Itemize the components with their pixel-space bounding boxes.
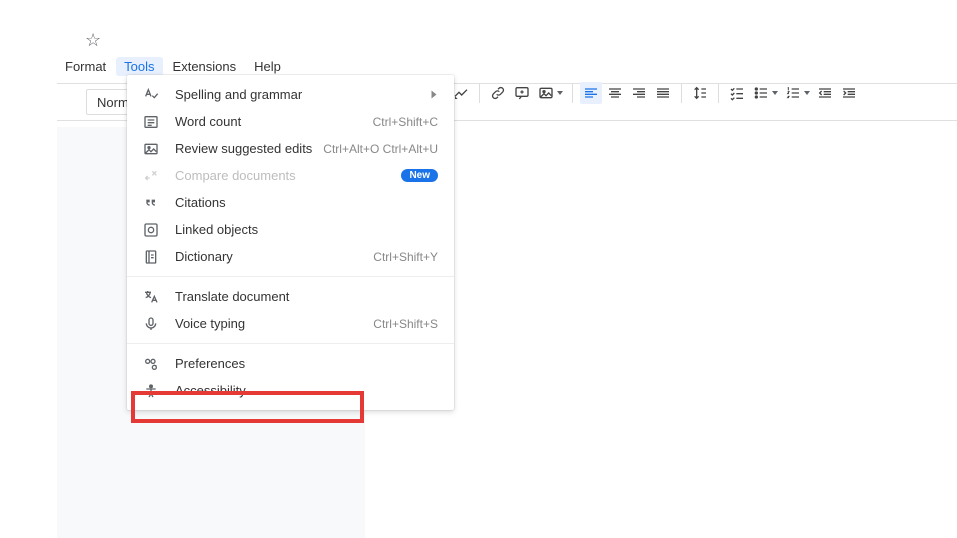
checklist-button[interactable] xyxy=(726,82,748,104)
menu-item-compare-documents: Compare documents New xyxy=(127,162,454,189)
menu-item-label: Dictionary xyxy=(175,249,373,264)
translate-icon xyxy=(141,287,161,307)
menu-item-label: Compare documents xyxy=(175,168,401,183)
microphone-icon xyxy=(141,314,161,334)
star-icon[interactable]: ☆ xyxy=(85,30,957,51)
menu-item-label: Accessibility xyxy=(175,383,438,398)
dictionary-icon xyxy=(141,247,161,267)
add-comment-button[interactable] xyxy=(511,82,533,104)
menu-item-translate-document[interactable]: Translate document xyxy=(127,283,454,310)
bulleted-list-button[interactable] xyxy=(750,82,772,104)
menu-item-shortcut: Ctrl+Shift+S xyxy=(373,317,438,331)
increase-indent-button[interactable] xyxy=(838,82,860,104)
right-toolbar xyxy=(430,75,860,111)
submenu-arrow-icon xyxy=(432,91,437,99)
linked-objects-icon xyxy=(141,220,161,240)
menu-item-label: Translate document xyxy=(175,289,438,304)
menu-item-word-count[interactable]: Word count Ctrl+Shift+C xyxy=(127,108,454,135)
toolbar-separator xyxy=(572,83,573,103)
menu-item-label: Linked objects xyxy=(175,222,438,237)
menu-item-label: Review suggested edits xyxy=(175,141,323,156)
align-justify-button[interactable] xyxy=(652,82,674,104)
menu-item-voice-typing[interactable]: Voice typing Ctrl+Shift+S xyxy=(127,310,454,337)
insert-image-button[interactable] xyxy=(535,82,557,104)
spellcheck-icon xyxy=(141,85,161,105)
numbered-list-button[interactable] xyxy=(782,82,804,104)
menu-bar: Format Tools Extensions Help xyxy=(57,55,957,77)
align-center-button[interactable] xyxy=(604,82,626,104)
tools-menu-dropdown: Spelling and grammar Word count Ctrl+Shi… xyxy=(127,75,454,410)
line-spacing-button[interactable] xyxy=(689,82,711,104)
menu-item-label: Word count xyxy=(175,114,373,129)
menu-item-citations[interactable]: Citations xyxy=(127,189,454,216)
menu-help[interactable]: Help xyxy=(246,57,289,76)
citations-icon xyxy=(141,193,161,213)
toolbar-separator xyxy=(479,83,480,103)
review-edits-icon xyxy=(141,139,161,159)
menu-item-review-suggested-edits[interactable]: Review suggested edits Ctrl+Alt+O Ctrl+A… xyxy=(127,135,454,162)
menu-item-linked-objects[interactable]: Linked objects xyxy=(127,216,454,243)
preferences-icon xyxy=(141,354,161,374)
menu-item-preferences[interactable]: Preferences xyxy=(127,350,454,377)
menu-separator xyxy=(127,343,454,344)
new-badge: New xyxy=(401,169,438,182)
menu-separator xyxy=(127,276,454,277)
menu-item-label: Citations xyxy=(175,195,438,210)
menu-item-label: Voice typing xyxy=(175,316,373,331)
menu-item-accessibility[interactable]: Accessibility xyxy=(127,377,454,404)
menu-item-dictionary[interactable]: Dictionary Ctrl+Shift+Y xyxy=(127,243,454,270)
compare-icon xyxy=(141,166,161,186)
accessibility-icon xyxy=(141,381,161,401)
menu-item-label: Spelling and grammar xyxy=(175,87,424,102)
menu-tools[interactable]: Tools xyxy=(116,57,162,76)
toolbar-separator xyxy=(718,83,719,103)
word-count-icon xyxy=(141,112,161,132)
align-right-button[interactable] xyxy=(628,82,650,104)
menu-item-shortcut: Ctrl+Shift+Y xyxy=(373,250,438,264)
decrease-indent-button[interactable] xyxy=(814,82,836,104)
align-left-button[interactable] xyxy=(580,82,602,104)
chevron-down-icon[interactable] xyxy=(772,91,778,95)
insert-link-button[interactable] xyxy=(487,82,509,104)
menu-item-spelling-and-grammar[interactable]: Spelling and grammar xyxy=(127,81,454,108)
menu-format[interactable]: Format xyxy=(57,57,114,76)
menu-item-shortcut: Ctrl+Alt+O Ctrl+Alt+U xyxy=(323,142,438,156)
menu-item-shortcut: Ctrl+Shift+C xyxy=(373,115,438,129)
menu-extensions[interactable]: Extensions xyxy=(165,57,245,76)
chevron-down-icon[interactable] xyxy=(557,91,563,95)
chevron-down-icon[interactable] xyxy=(804,91,810,95)
menu-item-label: Preferences xyxy=(175,356,438,371)
toolbar-separator xyxy=(681,83,682,103)
